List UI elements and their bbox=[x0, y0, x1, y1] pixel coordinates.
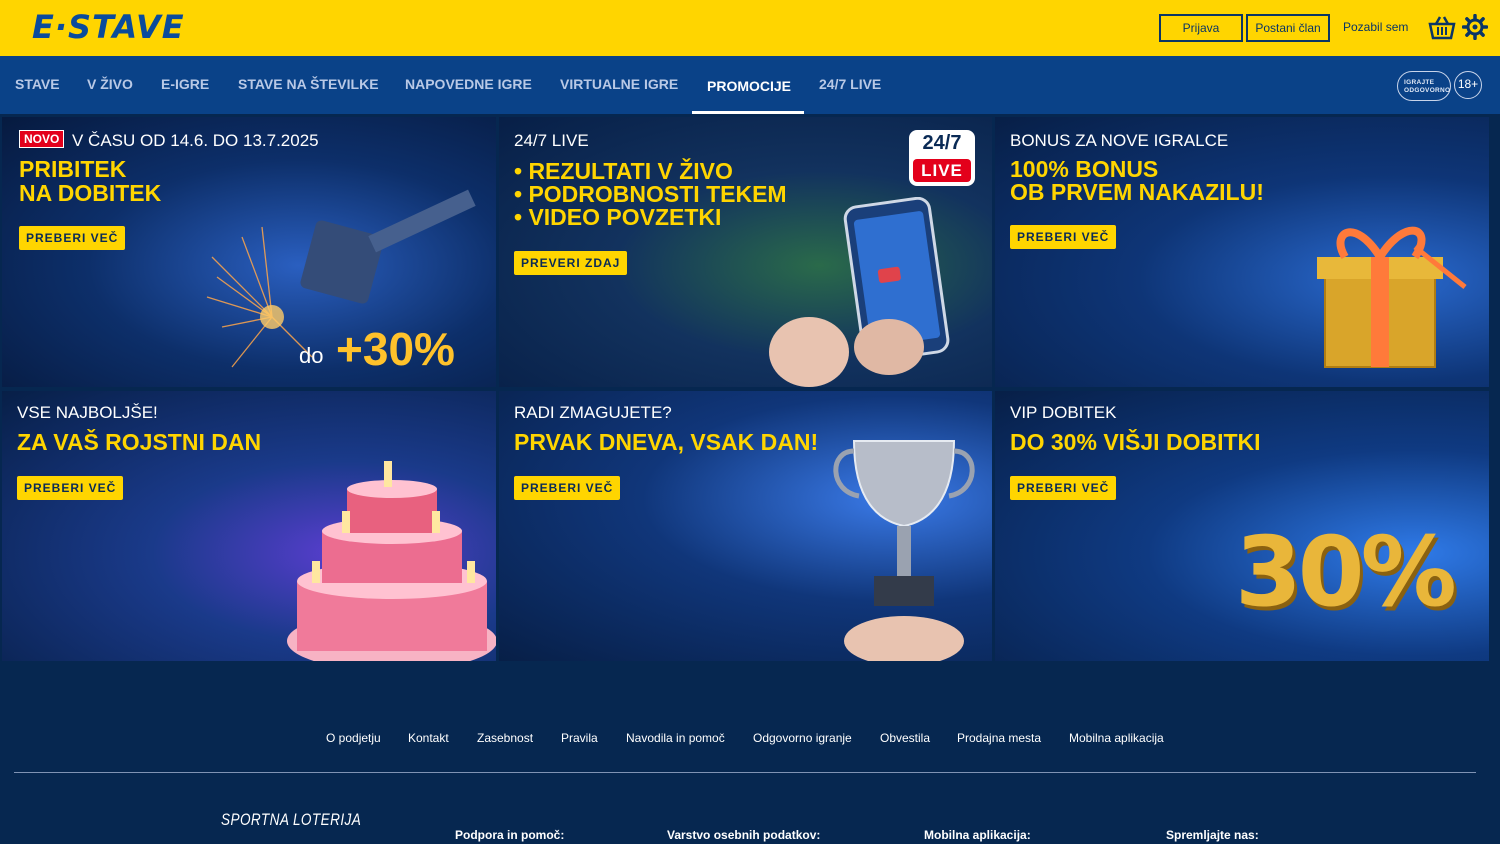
promo-kicker: V ČASU OD 14.6. DO 13.7.2025 bbox=[72, 131, 319, 150]
birthday-cake-art bbox=[287, 461, 496, 661]
phone-hand-art bbox=[769, 197, 950, 387]
nav-24-7-live[interactable]: 24/7 LIVE bbox=[819, 56, 881, 114]
responsible-line2: ODGOVORNO bbox=[1404, 87, 1451, 94]
footer-link-notices[interactable]: Obvestila bbox=[880, 731, 930, 745]
footer-link-responsible[interactable]: Odgovorno igranje bbox=[753, 731, 852, 745]
main-nav: STAVE V ŽIVO E-IGRE STAVE NA ŠTEVILKE NA… bbox=[0, 56, 1500, 114]
promo-art-prefix: do bbox=[299, 343, 324, 368]
sportna-loterija-logo[interactable]: SPORTNA LOTERIJA bbox=[221, 810, 361, 830]
promo-kicker: BONUS ZA NOVE IGRALCE bbox=[1010, 131, 1229, 150]
top-header: E·STAVE Prijava Postani član Pozabil sem bbox=[0, 0, 1500, 56]
footer-link-stores[interactable]: Prodajna mesta bbox=[957, 731, 1041, 745]
nav-stave-na-stevilke[interactable]: STAVE NA ŠTEVILKE bbox=[238, 56, 379, 114]
basket-icon[interactable] bbox=[1428, 14, 1456, 40]
vip-art-value: 30% bbox=[1235, 516, 1457, 628]
gift-box-art bbox=[1317, 226, 1467, 368]
promo-headline-line1: 100% BONUS bbox=[1010, 156, 1159, 182]
footer-heading-support: Podpora in pomoč: bbox=[455, 828, 565, 842]
promo-headline-line3: • VIDEO POVZETKI bbox=[514, 204, 722, 230]
novo-badge: NOVO bbox=[19, 130, 65, 148]
promo-kicker: 24/7 LIVE bbox=[514, 131, 589, 150]
footer-link-privacy[interactable]: Zasebnost bbox=[477, 731, 533, 745]
promo-headline-line1: DO 30% VIŠJI DOBITKI bbox=[1010, 429, 1261, 455]
promo-check-now-button[interactable]: PREVERI ZDAJ bbox=[514, 251, 628, 275]
nav-napovedne-igre[interactable]: NAPOVEDNE IGRE bbox=[405, 56, 532, 114]
nav-e-igre[interactable]: E-IGRE bbox=[161, 56, 209, 114]
responsible-line1: IGRAJTE bbox=[1404, 79, 1435, 86]
nav-promocije[interactable]: PROMOCIJE bbox=[707, 58, 791, 116]
promo-tile-pribitek[interactable]: NOVO V ČASU OD 14.6. DO 13.7.2025 PRIBIT… bbox=[2, 117, 496, 387]
promo-tile-birthday[interactable]: VSE NAJBOLJŠE! ZA VAŠ ROJSTNI DAN PREBER… bbox=[2, 391, 496, 661]
promo-art-value: +30% bbox=[336, 323, 455, 375]
age-restriction-badge: 18+ bbox=[1454, 71, 1482, 99]
footer-link-rules[interactable]: Pravila bbox=[561, 731, 598, 745]
live-badge: 24/7 LIVE bbox=[909, 130, 975, 186]
footer-heading-follow-us: Spremljajte nas: bbox=[1166, 828, 1259, 842]
footer-heading-data-protection: Varstvo osebnih podatkov: bbox=[667, 828, 821, 842]
footer-heading-mobile-app: Mobilna aplikacija: bbox=[924, 828, 1031, 842]
promo-headline-line1: PRIBITEK bbox=[19, 156, 127, 182]
promo-kicker: RADI ZMAGUJETE? bbox=[514, 403, 672, 422]
promo-headline-line1: ZA VAŠ ROJSTNI DAN bbox=[17, 429, 262, 455]
promo-tile-champion[interactable]: RADI ZMAGUJETE? PRVAK DNEVA, VSAK DAN! P… bbox=[499, 391, 992, 661]
nav-stave[interactable]: STAVE bbox=[15, 56, 60, 114]
promo-read-more-button[interactable]: PREBERI VEČ bbox=[1010, 225, 1117, 249]
footer-divider bbox=[14, 772, 1476, 773]
live-badge-bottom: LIVE bbox=[913, 159, 971, 182]
live-badge-top: 24/7 bbox=[922, 132, 962, 154]
estave-logo[interactable]: E·STAVE bbox=[32, 8, 185, 46]
promo-kicker: VSE NAJBOLJŠE! bbox=[17, 403, 158, 422]
promo-read-more-button[interactable]: PREBERI VEČ bbox=[19, 226, 126, 250]
promo-headline-line1: • REZULTATI V ŽIVO bbox=[514, 158, 733, 184]
nav-v-zivo[interactable]: V ŽIVO bbox=[87, 56, 133, 114]
promo-headline-line2: • PODROBNOSTI TEKEM bbox=[514, 181, 787, 207]
promo-read-more-button[interactable]: PREBERI VEČ bbox=[1010, 476, 1117, 500]
gear-icon[interactable] bbox=[1462, 14, 1488, 40]
promo-headline-line1: PRVAK DNEVA, VSAK DAN! bbox=[514, 429, 819, 455]
promo-tile-bonus[interactable]: BONUS ZA NOVE IGRALCE 100% BONUS OB PRVE… bbox=[995, 117, 1489, 387]
promo-headline-line2: OB PRVEM NAKAZILU! bbox=[1010, 179, 1264, 205]
nav-virtualne-igre[interactable]: VIRTUALNE IGRE bbox=[560, 56, 678, 114]
promo-tile-24-7-live[interactable]: 24/7 LIVE 24/7 LIVE • REZULTATI V ŽIVO •… bbox=[499, 117, 992, 387]
footer-link-help[interactable]: Navodila in pomoč bbox=[626, 731, 725, 745]
footer-link-mobile-app[interactable]: Mobilna aplikacija bbox=[1069, 731, 1164, 745]
login-button[interactable]: Prijava bbox=[1159, 14, 1243, 42]
forgot-password-link[interactable]: Pozabil sem bbox=[1343, 20, 1408, 34]
promo-tile-vip[interactable]: VIP DOBITEK DO 30% VIŠJI DOBITKI PREBERI… bbox=[995, 391, 1489, 661]
promo-kicker: VIP DOBITEK bbox=[1010, 403, 1117, 422]
footer-link-contact[interactable]: Kontakt bbox=[408, 731, 449, 745]
promo-headline-line2: NA DOBITEK bbox=[19, 180, 162, 206]
trophy-art bbox=[833, 440, 975, 661]
active-tab-indicator bbox=[692, 111, 804, 114]
promo-read-more-button[interactable]: PREBERI VEČ bbox=[17, 476, 124, 500]
footer-link-about[interactable]: O podjetju bbox=[326, 731, 381, 745]
register-button[interactable]: Postani član bbox=[1246, 14, 1330, 42]
promo-read-more-button[interactable]: PREBERI VEČ bbox=[514, 476, 621, 500]
responsible-gaming-badge[interactable]: IGRAJTE ODGOVORNO bbox=[1397, 71, 1451, 101]
